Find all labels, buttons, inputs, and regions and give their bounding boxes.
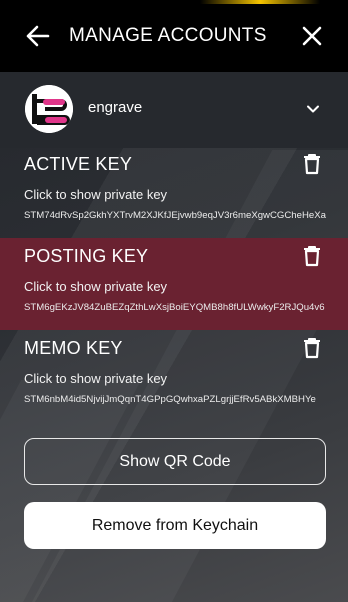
posting-key-show-private[interactable]: Click to show private key	[24, 279, 167, 294]
trash-icon[interactable]	[303, 153, 321, 175]
posting-key-public: STM6gEKzJV84ZuBEZqZthLwXsjBoiEYQMB8h8fUL…	[24, 302, 325, 313]
trash-icon[interactable]	[303, 245, 321, 267]
memo-key-title: MEMO KEY	[24, 338, 123, 358]
account-name: engrave	[88, 99, 143, 116]
posting-key-title: POSTING KEY	[24, 246, 149, 266]
page-title: MANAGE ACCOUNTS	[69, 25, 267, 46]
active-key-title: ACTIVE KEY	[24, 154, 133, 174]
header-accent-line	[200, 0, 320, 4]
chevron-down-icon[interactable]	[306, 102, 320, 116]
active-key-show-private[interactable]: Click to show private key	[24, 187, 167, 202]
close-icon[interactable]	[301, 25, 323, 47]
arrow-left-icon[interactable]	[26, 25, 50, 47]
engrave-logo	[25, 85, 73, 133]
memo-key-public: STM6nbM4id5NjvijJmQqnT4GPpGQwhxaPZLgrjjE…	[24, 394, 316, 405]
remove-from-keychain-button[interactable]: Remove from Keychain	[24, 502, 326, 549]
memo-key-show-private[interactable]: Click to show private key	[24, 371, 167, 386]
active-key-public: STM74dRvSp2GkhYXTrvM2XJKfJEjvwb9eqJV3r6m…	[24, 210, 326, 221]
trash-icon[interactable]	[303, 337, 321, 359]
show-qr-code-button[interactable]: Show QR Code	[24, 438, 326, 485]
